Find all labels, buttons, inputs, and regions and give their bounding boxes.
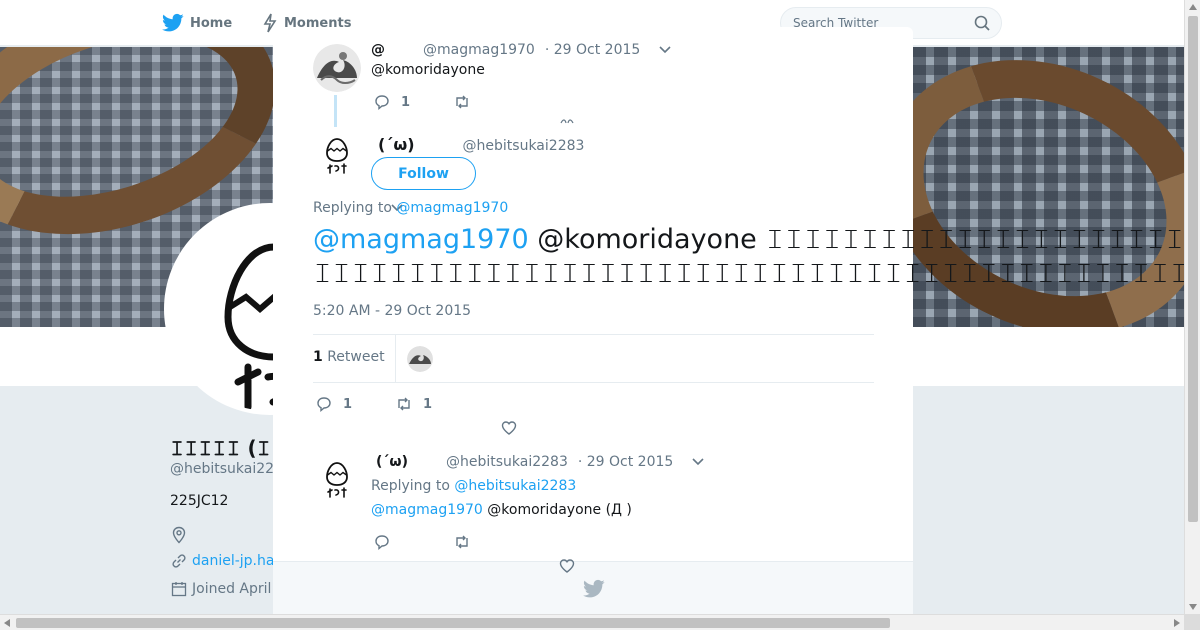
- reply-icon: [375, 95, 389, 110]
- vertical-scroll-thumb[interactable]: [1188, 16, 1198, 522]
- profile-website: daniel-jp.ha: [170, 552, 274, 570]
- main-reply-count: 1: [343, 396, 353, 412]
- reply-icon: [317, 397, 331, 412]
- reply-tweet-mention[interactable]: @magmag1970: [371, 502, 483, 518]
- main-tweet-header: (´ω) @hebitsukai2283: [378, 135, 584, 154]
- nav-home[interactable]: Home: [162, 13, 232, 33]
- parent-retweet-button[interactable]: [453, 93, 471, 111]
- main-tweet-text-line: @magmag1970 @komoridayone 𝙸𝙸𝙸𝙸𝙸𝙸𝙸𝙸𝙸𝙸𝙸𝙸𝙸𝙸…: [313, 223, 1193, 257]
- wave-avatar-icon: [313, 44, 361, 92]
- scroll-right-arrow-icon[interactable]: [1174, 619, 1180, 627]
- vertical-scrollbar[interactable]: [1184, 0, 1200, 614]
- reply-reply-button[interactable]: [373, 533, 391, 551]
- follow-button[interactable]: Follow: [371, 157, 476, 190]
- chevron-down-icon[interactable]: [658, 42, 672, 54]
- more-replies-icon[interactable]: [559, 117, 575, 125]
- parent-tweet-header: @ @magmag1970 · 29 Oct 2015: [371, 42, 672, 58]
- main-tweet-timestamp[interactable]: 5:20 AM - 29 Oct 2015: [313, 303, 471, 319]
- profile-joined-text: Joined April: [192, 581, 272, 597]
- reply-tweet-date[interactable]: · 29 Oct 2015: [578, 454, 673, 470]
- heart-icon: [559, 559, 575, 573]
- modal-footer: [273, 561, 913, 614]
- main-tweet-text: @magmag1970 @komoridayone 𝙸𝙸𝙸𝙸𝙸𝙸𝙸𝙸𝙸𝙸𝙸𝙸𝙸𝙸…: [313, 223, 1193, 291]
- retweet-icon: [456, 95, 468, 109]
- main-tweet-text-rest: @komoridayone 𝙸𝙸𝙸𝙸𝙸𝙸𝙸𝙸𝙸𝙸𝙸𝙸𝙸𝙸𝙸𝙸𝙸𝙸𝙸𝙸𝙸𝙸𝙸𝙸𝙸𝙸…: [537, 224, 1193, 255]
- parent-tweet-date[interactable]: · 29 Oct 2015: [545, 42, 640, 58]
- main-retweet-count: 1: [423, 396, 433, 412]
- reply-like-button[interactable]: [558, 557, 576, 575]
- main-retweet-button[interactable]: 1: [395, 395, 432, 413]
- retweet-icon: [456, 535, 468, 549]
- reply-tweet-text: @magmag1970 @komoridayone (Д ): [371, 502, 632, 518]
- main-reply-button[interactable]: 1: [315, 395, 352, 413]
- main-tweet-author-name[interactable]: (´ω): [378, 135, 415, 154]
- close-icon[interactable]: [1152, 10, 1180, 38]
- main-tweet-text-line: 𝙸𝙸𝙸𝙸𝙸𝙸𝙸𝙸𝙸𝙸𝙸𝙸𝙸𝙸𝙸𝙸𝙸𝙸𝙸𝙸𝙸𝙸𝙸𝙸𝙸𝙸𝙸𝙸𝙸𝙸𝙸𝙸𝙸𝙸𝙸𝙸𝙸𝙸𝙸𝙸…: [313, 258, 1193, 289]
- reply-replying-mention[interactable]: @hebitsukai2283: [454, 478, 576, 494]
- twitter-bird-icon: [162, 13, 184, 32]
- main-tweet-mention[interactable]: @magmag1970: [313, 224, 529, 255]
- parent-tweet-avatar[interactable]: [313, 44, 361, 92]
- stats-divider: [395, 335, 396, 383]
- tweet-permalink-modal: @ @magmag1970 · 29 Oct 2015 @komoridayon…: [273, 27, 1193, 614]
- main-like-button[interactable]: [500, 419, 518, 437]
- profile-bio: 225JC12: [170, 493, 229, 509]
- main-replying-mention[interactable]: @magmag1970: [396, 200, 508, 216]
- scroll-down-arrow-icon[interactable]: [1189, 604, 1197, 610]
- reply-tweet-text-rest: @komoridayone (Д ): [482, 502, 632, 518]
- calendar-icon: [171, 582, 187, 597]
- horizontal-scroll-thumb[interactable]: [16, 618, 890, 628]
- heart-icon: [501, 421, 517, 435]
- egg-avatar-icon: [313, 131, 361, 179]
- link-icon: [172, 554, 186, 568]
- retweet-stat[interactable]: 1 Retweet: [313, 349, 385, 365]
- reply-retweet-button[interactable]: [453, 533, 471, 551]
- retweet-stat-number: 1: [313, 349, 323, 365]
- parent-tweet-author-name[interactable]: @: [371, 42, 385, 58]
- parent-tweet-author-handle[interactable]: @magmag1970: [423, 42, 535, 58]
- reply-tweet-author-handle[interactable]: @hebitsukai2283: [446, 454, 568, 470]
- wave-avatar-icon: [407, 346, 433, 372]
- main-replying-to: Replying to @magmag1970: [313, 200, 508, 216]
- search-icon[interactable]: [973, 14, 991, 32]
- main-tweet-author-handle[interactable]: @hebitsukai2283: [463, 138, 585, 154]
- reply-replying-to: Replying to @hebitsukai2283: [371, 478, 576, 494]
- retweeter-avatar[interactable]: [407, 346, 433, 372]
- twitter-bird-icon: [583, 579, 605, 598]
- reply-tweet-avatar[interactable]: [313, 455, 361, 503]
- profile-joined: Joined April: [170, 580, 271, 598]
- reply-tweet-header: (´ω) @hebitsukai2283 · 29 Oct 2015: [376, 454, 705, 470]
- scrollbar-corner: [1184, 614, 1200, 630]
- thread-connector-line: [334, 95, 337, 127]
- nav-home-label: Home: [190, 15, 233, 31]
- profile-website-link[interactable]: daniel-jp.ha: [192, 553, 274, 569]
- retweet-icon: [398, 397, 410, 411]
- location-pin-icon: [172, 526, 186, 544]
- chevron-down-icon[interactable]: [691, 454, 705, 466]
- parent-reply-count: 1: [401, 94, 411, 110]
- parent-reply-button[interactable]: 1: [373, 93, 410, 111]
- reply-replying-prefix: Replying to: [371, 478, 450, 494]
- main-tweet-stats: 1 Retweet: [313, 334, 874, 383]
- main-tweet-avatar[interactable]: [313, 131, 361, 179]
- scroll-left-arrow-icon[interactable]: [4, 619, 10, 627]
- reply-tweet-author-name[interactable]: (´ω): [376, 454, 408, 470]
- egg-avatar-icon: [313, 455, 361, 503]
- parent-tweet-text: @komoridayone: [371, 62, 485, 78]
- scroll-up-arrow-icon[interactable]: [1189, 4, 1197, 10]
- horizontal-scrollbar[interactable]: [0, 614, 1184, 630]
- retweet-stat-label: Retweet: [327, 349, 385, 365]
- reply-icon: [375, 535, 389, 550]
- main-replying-prefix: Replying to: [313, 200, 392, 216]
- parent-tweet-text-body: @komoridayone: [371, 62, 485, 78]
- profile-handle: @hebitsukai22: [170, 461, 275, 477]
